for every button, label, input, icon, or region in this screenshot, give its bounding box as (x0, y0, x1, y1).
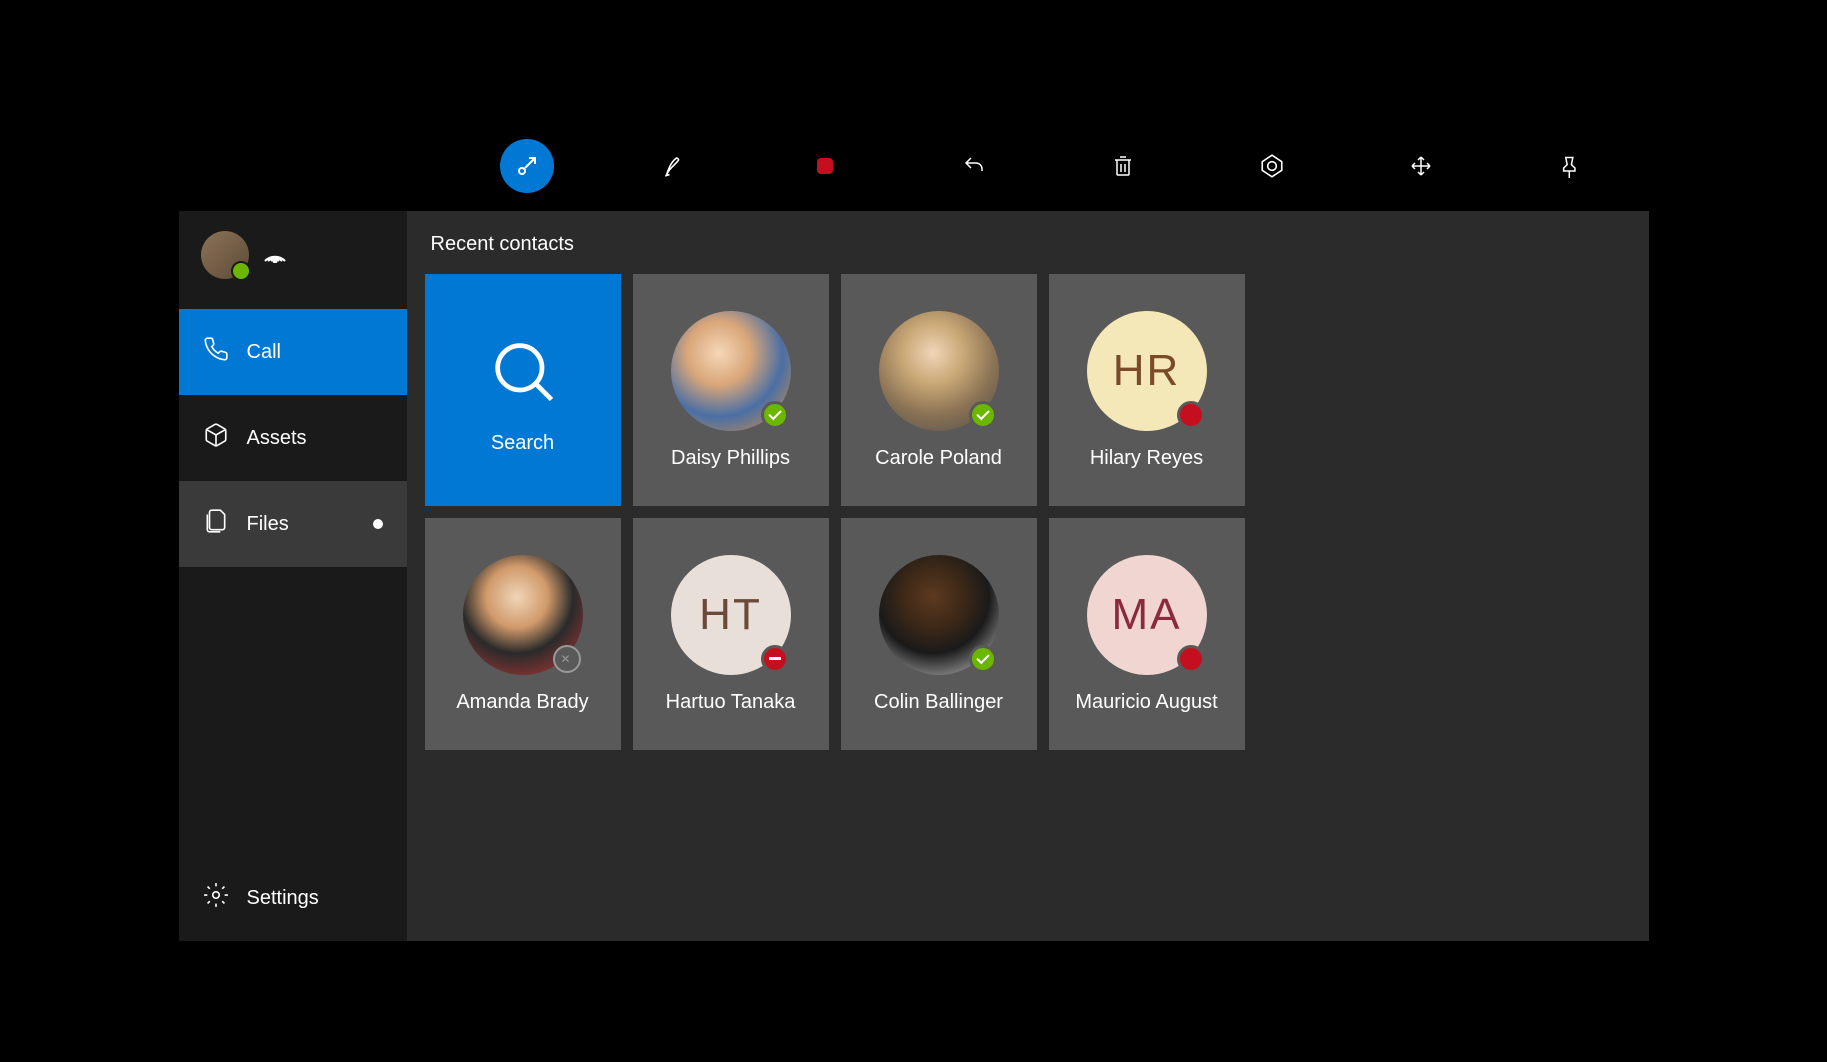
settings-label: Settings (247, 887, 319, 910)
contact-tile[interactable]: HR Hilary Reyes (1049, 274, 1245, 506)
presence-offline-icon (553, 645, 581, 673)
search-tile[interactable]: Search (425, 274, 621, 506)
move-button[interactable] (1394, 139, 1448, 193)
contact-name: Amanda Brady (456, 691, 588, 714)
avatar-initials: HT (699, 590, 762, 640)
presence-busy-icon (1177, 645, 1205, 673)
contact-tile[interactable]: MA Mauricio August (1049, 518, 1245, 750)
contact-name: Carole Poland (875, 447, 1002, 470)
contact-name: Hilary Reyes (1090, 447, 1203, 470)
contact-avatar (879, 555, 999, 675)
content-area: Recent contacts Search Daisy Phillips Caro… (407, 211, 1649, 941)
sidebar: Call Assets Files Settings (179, 211, 407, 941)
signal-icon (263, 243, 287, 268)
nav-label: Assets (247, 427, 307, 450)
search-label: Search (491, 432, 554, 455)
system-toolbar (179, 121, 1649, 211)
target-button[interactable] (1245, 139, 1299, 193)
contact-avatar (879, 311, 999, 431)
notification-dot (373, 519, 383, 529)
contact-name: Daisy Phillips (671, 447, 790, 470)
pin-button[interactable] (1543, 139, 1597, 193)
contact-avatar (671, 311, 791, 431)
phone-icon (203, 336, 229, 368)
box-icon (203, 422, 229, 454)
sidebar-item-files[interactable]: Files (179, 481, 407, 567)
sidebar-item-assets[interactable]: Assets (179, 395, 407, 481)
presence-available-icon (969, 401, 997, 429)
delete-button[interactable] (1096, 139, 1150, 193)
contact-avatar: MA (1087, 555, 1207, 675)
contact-name: Mauricio August (1075, 691, 1217, 714)
presence-busy-icon (1177, 401, 1205, 429)
nav-label: Files (247, 513, 289, 536)
search-icon (478, 326, 568, 416)
undo-button[interactable] (947, 139, 1001, 193)
pen-button[interactable] (649, 139, 703, 193)
presence-dnd-icon (761, 645, 789, 673)
contact-tile[interactable]: HT Hartuo Tanaka (633, 518, 829, 750)
sidebar-item-settings[interactable]: Settings (179, 855, 407, 941)
gear-icon (203, 882, 229, 914)
contact-name: Colin Ballinger (874, 691, 1003, 714)
nav-label: Call (247, 341, 281, 364)
contact-tile[interactable]: Carole Poland (841, 274, 1037, 506)
avatar-initials: MA (1112, 590, 1182, 640)
collapse-button[interactable] (500, 139, 554, 193)
contact-avatar (463, 555, 583, 675)
profile-area[interactable] (179, 211, 407, 309)
contact-avatar: HT (671, 555, 791, 675)
contact-name: Hartuo Tanaka (666, 691, 796, 714)
sidebar-item-call[interactable]: Call (179, 309, 407, 395)
stop-button[interactable] (798, 139, 852, 193)
section-title: Recent contacts (431, 233, 1631, 256)
user-avatar[interactable] (201, 231, 249, 279)
contact-tile[interactable]: Amanda Brady (425, 518, 621, 750)
files-icon (203, 508, 229, 540)
presence-available-icon (969, 645, 997, 673)
contact-tile[interactable]: Colin Ballinger (841, 518, 1037, 750)
contact-tile[interactable]: Daisy Phillips (633, 274, 829, 506)
presence-available-icon (761, 401, 789, 429)
avatar-initials: HR (1113, 346, 1181, 396)
contact-avatar: HR (1087, 311, 1207, 431)
